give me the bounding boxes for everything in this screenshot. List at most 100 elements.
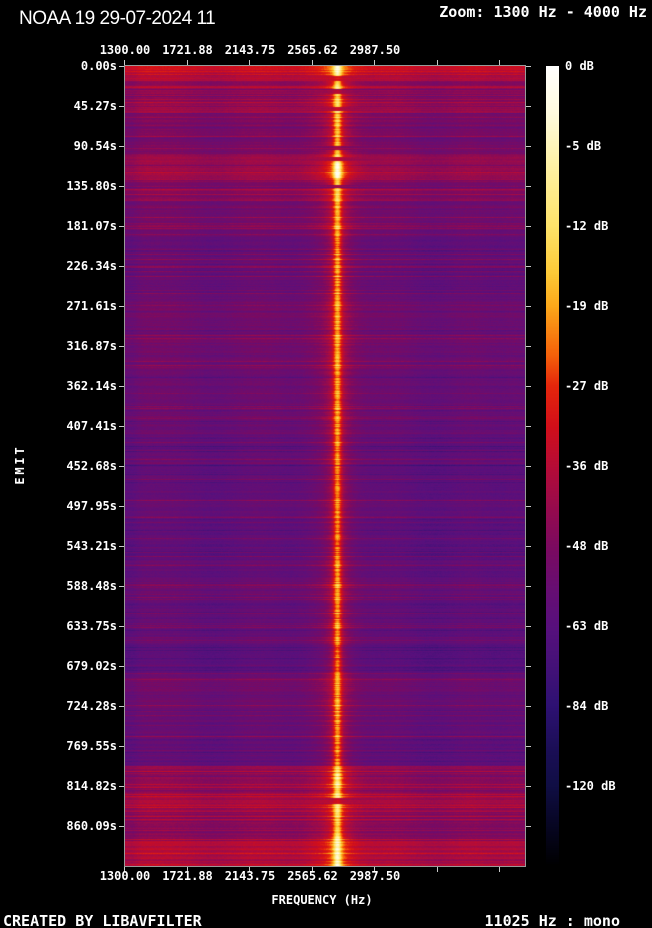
time-tick-mark <box>526 506 531 507</box>
time-tick-label: 588.48s <box>66 579 117 593</box>
time-tick-label: 271.61s <box>66 299 117 313</box>
db-tick-label: -19 dB <box>565 299 609 313</box>
freq-tick-mark <box>124 60 125 65</box>
db-tick-label: -48 dB <box>565 539 609 553</box>
time-tick-label: 452.68s <box>66 459 117 473</box>
time-tick-mark <box>526 186 531 187</box>
time-tick-label: 90.54s <box>73 139 117 153</box>
time-tick-label: 0.00s <box>80 59 117 73</box>
db-tick-label: -63 dB <box>565 619 609 633</box>
freq-tick-mark <box>187 60 188 65</box>
time-tick-mark <box>119 786 124 787</box>
time-tick-mark <box>119 586 124 587</box>
freq-tick-mark <box>374 60 375 65</box>
time-tick-mark <box>119 266 124 267</box>
freq-tick-label: 1300.00 <box>99 43 151 57</box>
time-tick-label: 181.07s <box>66 219 117 233</box>
time-tick-mark <box>119 466 124 467</box>
time-tick-mark <box>119 746 124 747</box>
spectrogram-canvas <box>125 66 525 866</box>
time-tick-mark <box>526 226 531 227</box>
time-tick-mark <box>526 346 531 347</box>
time-tick-mark <box>119 666 124 667</box>
time-tick-mark <box>526 386 531 387</box>
freq-tick-label: 1721.88 <box>162 43 213 57</box>
time-tick-label: 814.82s <box>66 779 117 793</box>
time-tick-mark <box>119 506 124 507</box>
time-tick-mark <box>526 106 531 107</box>
freq-tick-label: 1721.88 <box>162 869 213 883</box>
db-tick-label: -5 dB <box>565 139 602 153</box>
time-tick-mark <box>119 306 124 307</box>
time-tick-label: 226.34s <box>66 259 117 273</box>
freq-tick-label: 2565.62 <box>287 869 338 883</box>
time-tick-label: 135.80s <box>66 179 117 193</box>
time-tick-mark <box>119 226 124 227</box>
freq-tick-label: 2987.50 <box>349 43 401 57</box>
freq-tick-mark <box>437 60 438 65</box>
freq-tick-label: 2143.75 <box>224 43 276 57</box>
time-tick-label: 407.41s <box>66 419 117 433</box>
db-tick-label: -36 dB <box>565 459 609 473</box>
freq-tick-mark <box>499 60 500 65</box>
time-tick-mark <box>526 746 531 747</box>
freq-tick-label: 1300.00 <box>99 869 151 883</box>
time-tick-mark <box>526 586 531 587</box>
time-tick-label: 45.27s <box>73 99 117 113</box>
freq-axis-title: FREQUENCY (Hz) <box>271 893 373 907</box>
db-tick-label: 0 dB <box>565 59 594 73</box>
time-tick-mark <box>526 426 531 427</box>
time-tick-mark <box>119 386 124 387</box>
time-tick-mark <box>526 306 531 307</box>
time-tick-mark <box>526 466 531 467</box>
db-tick-label: -120 dB <box>565 779 616 793</box>
time-tick-label: 679.02s <box>66 659 117 673</box>
time-tick-mark <box>119 66 124 67</box>
spectrogram-screen: NOAA 19 29-07-2024 11 Zoom: 1300 Hz - 40… <box>0 0 652 928</box>
time-tick-mark <box>526 786 531 787</box>
time-tick-label: 860.09s <box>66 819 117 833</box>
time-tick-label: 497.95s <box>66 499 117 513</box>
zoom-range-label: Zoom: 1300 Hz - 4000 Hz <box>439 3 647 21</box>
freq-tick-mark <box>249 60 250 65</box>
time-tick-mark <box>119 426 124 427</box>
footer-samplerate: 11025 Hz : mono <box>484 912 620 928</box>
time-tick-label: 724.28s <box>66 699 117 713</box>
time-tick-mark <box>526 66 531 67</box>
db-tick-label: -84 dB <box>565 699 609 713</box>
time-axis-title: TIME <box>13 446 27 486</box>
time-tick-mark <box>119 546 124 547</box>
time-tick-mark <box>526 826 531 827</box>
time-tick-label: 362.14s <box>66 379 117 393</box>
db-tick-label: -27 dB <box>565 379 609 393</box>
time-tick-mark <box>119 106 124 107</box>
time-tick-mark <box>526 266 531 267</box>
time-tick-mark <box>119 186 124 187</box>
freq-tick-mark <box>437 867 438 872</box>
time-tick-mark <box>526 706 531 707</box>
freq-tick-label: 2987.50 <box>349 869 401 883</box>
time-tick-mark <box>119 146 124 147</box>
freq-tick-mark <box>499 867 500 872</box>
plot-frame <box>124 65 526 867</box>
time-tick-label: 543.21s <box>66 539 117 553</box>
time-tick-mark <box>526 626 531 627</box>
time-tick-mark <box>119 626 124 627</box>
freq-tick-mark <box>312 60 313 65</box>
time-axis-title-char: E <box>13 477 27 485</box>
time-tick-mark <box>526 666 531 667</box>
freq-tick-label: 2565.62 <box>287 43 338 57</box>
time-tick-mark <box>119 346 124 347</box>
db-tick-label: -12 dB <box>565 219 609 233</box>
freq-tick-label: 2143.75 <box>224 869 276 883</box>
footer-credit: CREATED BY LIBAVFILTER <box>3 912 202 928</box>
time-tick-label: 769.55s <box>66 739 117 753</box>
time-tick-label: 316.87s <box>66 339 117 353</box>
time-tick-mark <box>526 146 531 147</box>
time-tick-mark <box>119 706 124 707</box>
colorbar <box>546 66 559 866</box>
page-title: NOAA 19 29-07-2024 11 <box>19 8 216 29</box>
time-tick-mark <box>526 546 531 547</box>
time-tick-label: 633.75s <box>66 619 117 633</box>
time-tick-mark <box>119 826 124 827</box>
